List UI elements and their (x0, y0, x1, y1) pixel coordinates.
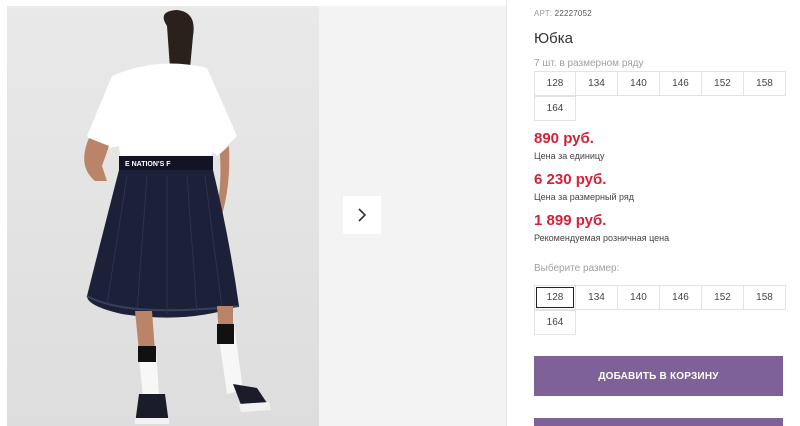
product-info-panel: АРТ: 22227052 Юбка 7 шт. в размерном ряд… (534, 0, 794, 426)
model-photo-illustration: E NATION'S F (84, 10, 271, 424)
product-photo[interactable]: E NATION'S F (7, 6, 319, 426)
series-size-cell: 152 (702, 71, 744, 96)
add-to-cart-button[interactable]: Добавить в корзину (534, 356, 783, 396)
size-option-152[interactable]: 152 (702, 285, 744, 310)
product-title: Юбка (534, 30, 573, 47)
size-option-158[interactable]: 158 (744, 285, 786, 310)
series-size-cell: 158 (744, 71, 786, 96)
secondary-action-button[interactable] (534, 418, 783, 426)
retail-price-label: Рекомендуемая розничная цена (534, 233, 670, 243)
size-option-164[interactable]: 164 (534, 310, 576, 335)
unit-price-label: Цена за единицу (534, 151, 605, 161)
article-code: 22227052 (554, 9, 592, 18)
series-price: 6 230 руб. (534, 171, 607, 188)
series-size-cell: 128 (534, 71, 576, 96)
size-option-134[interactable]: 134 (576, 285, 618, 310)
chevron-right-icon (358, 208, 367, 222)
series-count-note: 7 шт. в размерном ряду (534, 58, 644, 69)
size-option-146[interactable]: 146 (660, 285, 702, 310)
article-prefix: АРТ: (534, 9, 553, 18)
retail-price: 1 899 руб. (534, 212, 607, 229)
size-selector: 128 134 140 146 152 158 164 (534, 285, 786, 335)
gallery-next-button[interactable] (343, 196, 381, 234)
series-size-grid: 128 134 140 146 152 158 164 (534, 71, 786, 121)
series-size-cell: 146 (660, 71, 702, 96)
choose-size-label: Выберите размер: (534, 263, 620, 274)
product-gallery: E NATION'S F (0, 0, 506, 426)
series-size-cell: 164 (534, 96, 576, 121)
unit-price: 890 руб. (534, 130, 594, 147)
article-number: АРТ: 22227052 (534, 9, 592, 18)
panel-divider (506, 0, 507, 426)
series-size-cell: 134 (576, 71, 618, 96)
series-size-cell: 140 (618, 71, 660, 96)
size-option-140[interactable]: 140 (618, 285, 660, 310)
series-price-label: Цена за размерный ряд (534, 192, 635, 202)
svg-text:E NATION'S F: E NATION'S F (125, 161, 171, 168)
size-option-128[interactable]: 128 (534, 285, 576, 310)
